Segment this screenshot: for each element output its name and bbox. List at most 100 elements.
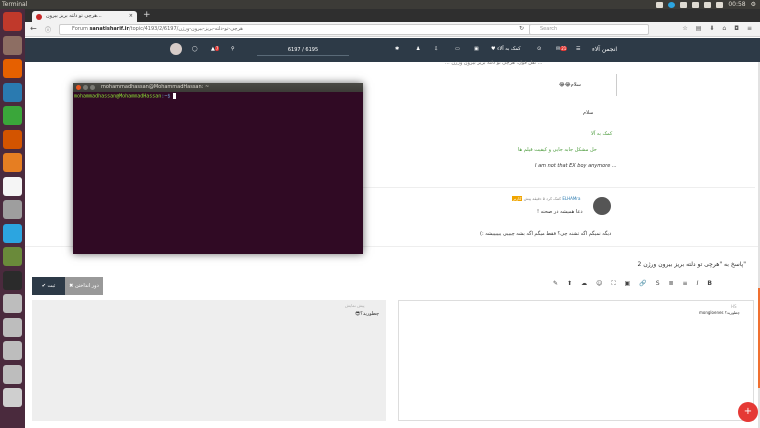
pocket-icon[interactable]: ◘: [734, 25, 739, 32]
reload-icon[interactable]: ↻: [519, 25, 524, 32]
keyboard-layout-icon[interactable]: [692, 1, 700, 8]
star-icon[interactable]: ☆: [682, 25, 687, 32]
italic-icon[interactable]: I: [697, 280, 699, 288]
fullscreen-icon[interactable]: ⛶: [611, 280, 615, 288]
editor-small-label: HS: [731, 304, 737, 309]
browser-tab[interactable]: هرچی تو دلته بریز بیرون... ×: [32, 11, 137, 22]
system-top-bar: Terminal 00:58 ⚙: [0, 0, 760, 9]
signature-quote: I am not that EX boy anymore ...: [535, 163, 617, 169]
maximize-icon[interactable]: [90, 85, 95, 90]
user-icon[interactable]: ♟: [416, 46, 420, 52]
post-time[interactable]: کمک کرد ۵ دقیقه پیش: [524, 196, 561, 201]
drive-icon-2[interactable]: [3, 317, 22, 337]
notifications-icon[interactable]: ▲7: [211, 46, 220, 52]
mail-icon[interactable]: [656, 1, 664, 8]
bold-icon[interactable]: B: [707, 280, 712, 288]
new-tab-button[interactable]: +: [143, 10, 151, 20]
trash-icon[interactable]: [3, 388, 22, 407]
list-ordered-icon[interactable]: ≣: [669, 280, 674, 288]
software-center-icon[interactable]: [3, 153, 22, 172]
terminal-window[interactable]: mohammadhassan@MohammadHassan: ~ mohamma…: [73, 83, 363, 254]
prompt-path: :~$: [161, 93, 171, 100]
reply-editor[interactable]: HS چطورید؟ mongloenes: [398, 300, 754, 421]
chat-count: 21: [560, 46, 568, 51]
terminal-title: mohammadhassan@MohammadHassan: ~: [101, 84, 210, 90]
url-path: /topic/4193/2/6197/هرچی-تو-دلته-بریز-بیر…: [128, 26, 243, 32]
settings-icon[interactable]: ✱: [395, 46, 399, 52]
address-bar[interactable]: Forum sanatisharif.ir/topic/4193/2/6197/…: [59, 24, 549, 35]
strikethrough-icon[interactable]: S: [656, 280, 660, 288]
post-text-salam: سلام: [583, 110, 594, 116]
upload-icon[interactable]: ⇩: [434, 46, 438, 52]
reply-title: پاسخ به "هرچی تو دلته بریز بیرون ورژن 2": [637, 261, 746, 268]
tab-close-icon[interactable]: ×: [129, 11, 133, 22]
amazon-icon[interactable]: [3, 176, 22, 196]
search-placeholder: Search: [540, 26, 558, 32]
upload-file-icon[interactable]: ⬆: [567, 280, 572, 288]
terminal-output[interactable]: mohammadhassan@MohammadHassan:~$: [73, 92, 363, 101]
toolbar-icons: ☆ ▤ ⬇ ⌂ ◘ ≡: [682, 25, 752, 32]
list-icon[interactable]: ☰: [576, 46, 580, 52]
signature-help-link[interactable]: کمک به آلا: [591, 131, 612, 137]
emoji-icon[interactable]: ☺: [596, 280, 602, 288]
drive-icon[interactable]: [3, 294, 22, 313]
list-unordered-icon[interactable]: ≡: [683, 280, 688, 288]
compose-fab-button[interactable]: +: [738, 402, 758, 422]
volume-icon[interactable]: [716, 1, 724, 8]
preview-text: چطورید؟😎: [355, 311, 380, 317]
search-input[interactable]: Search: [529, 24, 649, 35]
image-icon[interactable]: ▣: [625, 280, 631, 288]
cloud-upload-icon[interactable]: ☁: [581, 280, 587, 288]
search-icon[interactable]: ⚲: [231, 46, 235, 52]
info-circle-icon[interactable]: ⊙: [537, 46, 541, 52]
unity-launcher: [0, 9, 25, 428]
files-icon[interactable]: [3, 35, 22, 55]
forum-brand[interactable]: انجمن آلاء: [592, 46, 617, 53]
author-meta: کمک کرد ۵ دقیقه پیش کاربر ELHAMra: [512, 196, 580, 201]
settings-icon[interactable]: [3, 200, 22, 219]
discard-button[interactable]: ✖ دور انداختن: [65, 277, 103, 295]
submit-button[interactable]: ✔ ثبت: [32, 277, 65, 295]
quote-text: سلام😂😂: [559, 82, 581, 88]
home-icon[interactable]: ⌂: [722, 25, 726, 32]
video-icon[interactable]: ▣: [474, 46, 479, 52]
link-icon[interactable]: 🔗: [639, 280, 646, 288]
author-avatar[interactable]: [593, 197, 611, 215]
pen-tool-icon[interactable]: ✎: [553, 280, 558, 288]
drive-icon-4[interactable]: [3, 364, 22, 384]
document-icon[interactable]: ▭: [455, 46, 460, 52]
editor-toolbar: ✎ ⬆ ☁ ☺ ⛶ ▣ 🔗 S ≣ ≡ I B: [553, 280, 712, 288]
author-name[interactable]: ELHAMra: [562, 196, 580, 201]
minimize-icon[interactable]: [83, 85, 88, 90]
firefox-icon[interactable]: [3, 59, 22, 78]
back-icon[interactable]: ←: [30, 24, 37, 33]
drive-icon-3[interactable]: [3, 341, 22, 360]
chat-icon[interactable]: ◯: [192, 46, 198, 52]
network-icon[interactable]: [680, 1, 688, 8]
menu-icon[interactable]: ≡: [747, 25, 752, 32]
close-icon[interactable]: [76, 85, 81, 90]
system-tray[interactable]: 00:58 ⚙: [656, 0, 756, 9]
help-link[interactable]: ♥ کمک به آلاء: [491, 46, 521, 52]
terminal-titlebar[interactable]: mohammadhassan@MohammadHassan: ~: [73, 83, 363, 92]
disk-app-icon[interactable]: [3, 247, 22, 266]
signature-link[interactable]: حل مشکل جابه جایی و کیفیت فیلم ها: [518, 147, 597, 153]
terminal-launcher-icon[interactable]: [3, 270, 22, 290]
clock[interactable]: 00:58: [728, 0, 745, 9]
calc-icon[interactable]: [3, 106, 22, 125]
impress-icon[interactable]: [3, 129, 22, 149]
author-role-badge: کاربر: [512, 196, 523, 201]
battery-icon[interactable]: [704, 1, 712, 8]
post-pager[interactable]: 6197 / 6195: [257, 44, 349, 56]
chat-bubble-icon[interactable]: ✉21: [556, 46, 568, 52]
download-icon[interactable]: ⬇: [709, 25, 714, 32]
writer-icon[interactable]: [3, 82, 22, 102]
library-icon[interactable]: ▤: [696, 25, 702, 32]
power-icon[interactable]: ⚙: [751, 0, 756, 9]
info-icon[interactable]: ⓘ: [45, 25, 51, 34]
browser-tab-bar: هرچی تو دلته بریز بیرون... × +: [25, 9, 760, 22]
ubuntu-dash-icon[interactable]: [3, 12, 22, 31]
telegram-launcher-icon[interactable]: [3, 223, 22, 243]
telegram-icon[interactable]: [668, 1, 676, 8]
user-avatar[interactable]: [170, 43, 182, 55]
